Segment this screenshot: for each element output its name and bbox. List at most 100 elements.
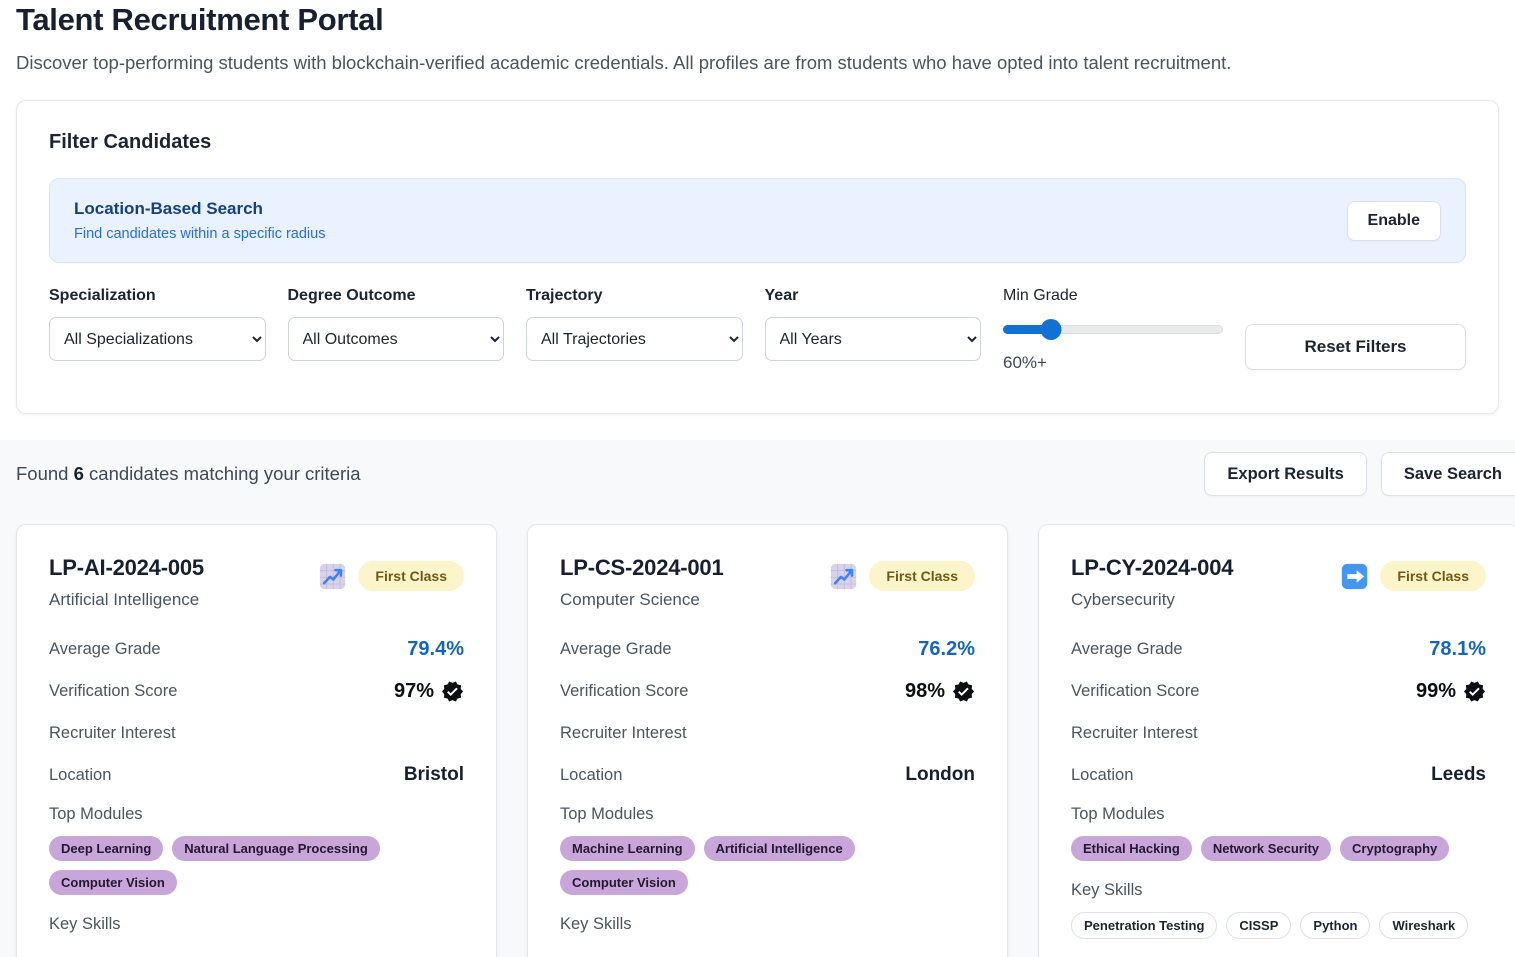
- average-grade-row: Average Grade 76.2%: [560, 637, 975, 661]
- top-modules-list: Machine LearningArtificial IntelligenceC…: [560, 836, 975, 895]
- average-grade-value: 78.1%: [1429, 638, 1486, 661]
- average-grade-label: Average Grade: [1071, 640, 1183, 659]
- trajectory-select[interactable]: All Trajectories: [526, 317, 743, 361]
- location-row: Location Bristol: [49, 763, 464, 787]
- year-label: Year: [765, 287, 982, 305]
- module-pill: Deep Learning: [49, 836, 163, 861]
- location-banner-text: Location-Based Search Find candidates wi…: [74, 199, 325, 242]
- module-pill: Natural Language Processing: [172, 836, 380, 861]
- location-row: Location London: [560, 763, 975, 787]
- candidate-card[interactable]: LP-AI-2024-005 Artificial Intelligence F…: [16, 524, 497, 957]
- verification-score-row: Verification Score 98%: [560, 679, 975, 703]
- recruiter-interest-row: Recruiter Interest: [49, 721, 464, 745]
- min-grade-label: Min Grade: [1003, 287, 1078, 304]
- location-value: Bristol: [404, 764, 464, 786]
- key-skills-list: Penetration TestingCISSPPythonWireshark: [1071, 912, 1486, 939]
- results-count: 6: [74, 463, 84, 484]
- verification-score-label: Verification Score: [1071, 682, 1199, 701]
- candidate-stats: Average Grade 78.1% Verification Score 9…: [1071, 637, 1486, 787]
- degree-outcome-select[interactable]: All Outcomes: [288, 317, 505, 361]
- trajectory-label: Trajectory: [526, 287, 743, 305]
- average-grade-label: Average Grade: [49, 640, 161, 659]
- verification-score-number: 97%: [394, 680, 434, 703]
- recruiter-interest-label: Recruiter Interest: [49, 724, 176, 743]
- top-modules-list: Ethical HackingNetwork SecurityCryptogra…: [1071, 836, 1486, 861]
- filter-controls-row: Specialization All Specializations Degre…: [49, 287, 1466, 373]
- year-select[interactable]: All Years: [765, 317, 982, 361]
- verification-score-value: 98%: [905, 680, 975, 703]
- skill-pill: Python: [1300, 912, 1370, 939]
- average-grade-value: 79.4%: [407, 638, 464, 661]
- candidate-id: LP-CS-2024-001: [560, 555, 724, 581]
- card-title-block: LP-CS-2024-001 Computer Science: [560, 555, 724, 610]
- module-pill: Computer Vision: [49, 870, 177, 895]
- skill-pill: Penetration Testing: [1071, 912, 1217, 939]
- results-section: Found 6 candidates matching your criteri…: [0, 440, 1515, 957]
- candidate-card[interactable]: LP-CS-2024-001 Computer Science First Cl…: [527, 524, 1008, 957]
- degree-classification-badge: First Class: [358, 561, 464, 591]
- page-header: Talent Recruitment Portal Discover top-p…: [0, 0, 1515, 74]
- filter-field-min-grade: Min Grade 60%+: [1003, 287, 1223, 373]
- candidate-specialization: Computer Science: [560, 590, 724, 610]
- degree-classification-badge: First Class: [1380, 561, 1486, 591]
- verified-badge-icon: [952, 680, 975, 703]
- verification-score-label: Verification Score: [560, 682, 688, 701]
- verification-score-label: Verification Score: [49, 682, 177, 701]
- average-grade-label: Average Grade: [560, 640, 672, 659]
- card-title-block: LP-AI-2024-005 Artificial Intelligence: [49, 555, 204, 610]
- candidate-stats: Average Grade 79.4% Verification Score 9…: [49, 637, 464, 787]
- key-skills-label: Key Skills: [49, 915, 464, 934]
- candidate-specialization: Artificial Intelligence: [49, 590, 204, 610]
- location-banner-subtitle: Find candidates within a specific radius: [74, 226, 325, 242]
- module-pill: Ethical Hacking: [1071, 836, 1192, 861]
- verification-score-number: 99%: [1416, 680, 1456, 703]
- recruiter-interest-label: Recruiter Interest: [1071, 724, 1198, 743]
- degree-classification-badge: First Class: [869, 561, 975, 591]
- location-label: Location: [49, 766, 111, 785]
- location-label: Location: [1071, 766, 1133, 785]
- slider-thumb[interactable]: [1041, 319, 1062, 340]
- candidate-specialization: Cybersecurity: [1071, 590, 1233, 610]
- enable-location-button[interactable]: Enable: [1347, 201, 1441, 241]
- filter-field-specialization: Specialization All Specializations: [49, 287, 266, 373]
- average-grade-value: 76.2%: [918, 638, 975, 661]
- key-skills-label: Key Skills: [560, 915, 975, 934]
- filter-field-trajectory: Trajectory All Trajectories: [526, 287, 743, 373]
- page-title: Talent Recruitment Portal: [16, 2, 1499, 38]
- card-header: LP-AI-2024-005 Artificial Intelligence F…: [49, 555, 464, 610]
- specialization-label: Specialization: [49, 287, 266, 305]
- save-search-button[interactable]: Save Search: [1381, 452, 1515, 496]
- filter-heading: Filter Candidates: [49, 131, 1466, 154]
- min-grade-slider[interactable]: [1003, 319, 1223, 339]
- location-search-banner: Location-Based Search Find candidates wi…: [49, 178, 1466, 263]
- filter-field-degree-outcome: Degree Outcome All Outcomes: [288, 287, 505, 373]
- key-skills-label: Key Skills: [1071, 881, 1486, 900]
- filter-field-year: Year All Years: [765, 287, 982, 373]
- candidate-id: LP-CY-2024-004: [1071, 555, 1233, 581]
- skill-pill: CISSP: [1226, 912, 1291, 939]
- recruiter-interest-label: Recruiter Interest: [560, 724, 687, 743]
- chart-increasing-icon: [830, 563, 857, 590]
- module-pill: Network Security: [1201, 836, 1331, 861]
- results-actions: Export Results Save Search: [1204, 452, 1515, 496]
- results-header: Found 6 candidates matching your criteri…: [16, 452, 1515, 496]
- average-grade-row: Average Grade 79.4%: [49, 637, 464, 661]
- degree-outcome-label: Degree Outcome: [288, 287, 505, 305]
- module-pill: Machine Learning: [560, 836, 695, 861]
- filter-panel: Filter Candidates Location-Based Search …: [16, 100, 1499, 414]
- arrow-right-icon: [1341, 563, 1368, 590]
- export-results-button[interactable]: Export Results: [1204, 452, 1366, 496]
- results-count-text: Found 6 candidates matching your criteri…: [16, 463, 361, 485]
- specialization-select[interactable]: All Specializations: [49, 317, 266, 361]
- top-modules-label: Top Modules: [49, 805, 464, 824]
- candidate-card[interactable]: LP-CY-2024-004 Cybersecurity First Class…: [1038, 524, 1515, 957]
- verified-badge-icon: [1463, 680, 1486, 703]
- card-header: LP-CY-2024-004 Cybersecurity First Class: [1071, 555, 1486, 610]
- candidate-stats: Average Grade 76.2% Verification Score 9…: [560, 637, 975, 787]
- page-subtitle: Discover top-performing students with bl…: [16, 52, 1499, 74]
- top-modules-label: Top Modules: [1071, 805, 1486, 824]
- location-label: Location: [560, 766, 622, 785]
- card-header-right: First Class: [1341, 555, 1486, 591]
- module-pill: Artificial Intelligence: [704, 836, 855, 861]
- reset-filters-button[interactable]: Reset Filters: [1245, 324, 1466, 370]
